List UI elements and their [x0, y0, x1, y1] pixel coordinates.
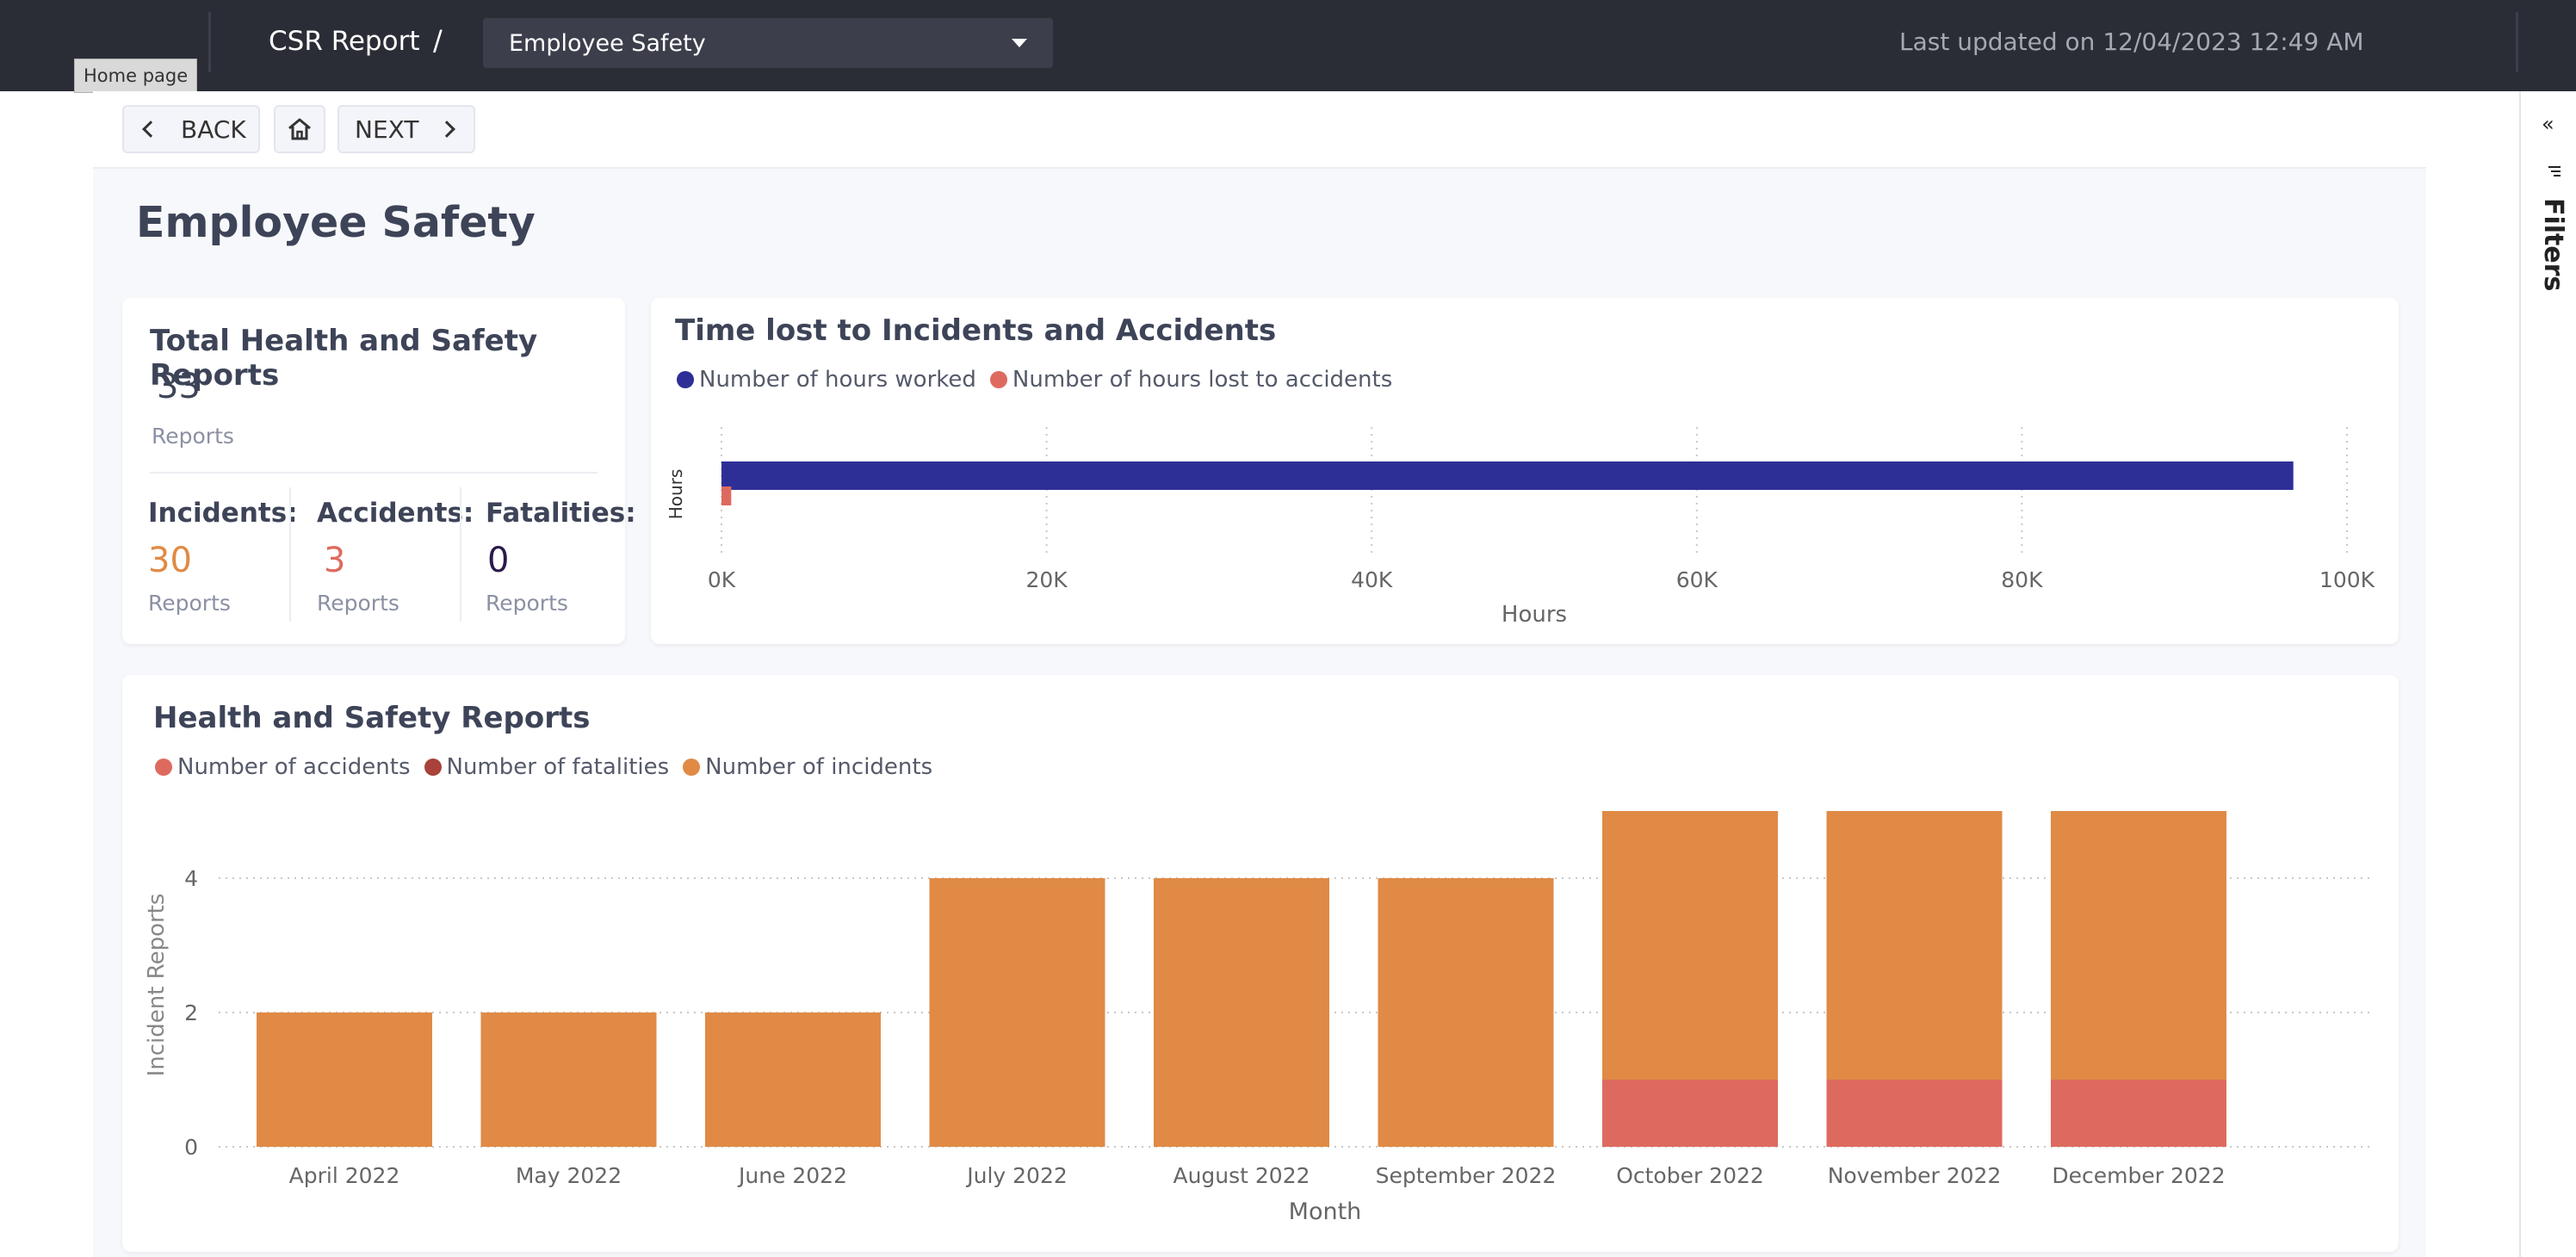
incidents-unit: Reports [148, 591, 231, 616]
y-axis-title: Incident Reports [144, 894, 170, 1077]
back-button[interactable]: BACK [122, 105, 260, 153]
health-safety-stacked-bar-chart: 0 2 4 April 2022 May 2022 June 2022 July 2022 A… [144, 811, 2373, 1225]
total-reports-unit: Reports [152, 424, 234, 449]
report-header-bar: CSR Report / Employee Safety Last update… [0, 0, 2576, 91]
x-tick-label: November 2022 [1828, 1163, 2002, 1188]
kpi-card-title: Total Health and Safety Reports [150, 324, 538, 393]
x-tick-label: 60K [1676, 567, 1718, 592]
y-tick-label: 2 [184, 1000, 198, 1025]
x-tick-label: April 2022 [289, 1163, 400, 1188]
x-tick-label: September 2022 [1376, 1163, 1557, 1188]
kpi-divider [150, 472, 598, 474]
page-selector-dropdown[interactable]: Employee Safety [483, 18, 1053, 68]
x-tick-label: 80K [2001, 567, 2043, 592]
bar-segment [1602, 811, 1778, 1080]
filter-icon [2548, 166, 2561, 176]
x-tick-label: 0K [708, 567, 736, 592]
back-button-label: BACK [181, 115, 246, 144]
bar-segment [929, 878, 1105, 1147]
x-axis-title: Hours [1502, 602, 1567, 628]
report-name[interactable]: CSR Report [269, 26, 419, 57]
total-reports-card: Total Health and Safety Reports 33 Repor… [122, 298, 636, 644]
page-navigation-bar: BACK NEXT [93, 91, 2426, 169]
filters-label: Filters [2538, 198, 2568, 292]
header-divider [2516, 12, 2518, 72]
incidents-value: 30 [148, 541, 192, 580]
health-safety-chart-card: Health and Safety Reports Number of acci… [122, 675, 2399, 1252]
bar-hours-worked [721, 461, 2294, 490]
next-button-label: NEXT [355, 115, 419, 144]
bar-segment [1826, 1080, 2003, 1147]
x-tick-label: July 2022 [965, 1163, 1068, 1188]
report-canvas: BACK NEXT Employee Safety Total Health a… [93, 91, 2426, 1257]
accidents-unit: Reports [317, 591, 399, 616]
accidents-label: Accidents: [317, 498, 474, 529]
y-tick-label: 0 [184, 1135, 198, 1160]
x-tick-label: 20K [1025, 567, 1068, 592]
time-lost-bar-chart: 0K 20K 40K 60K 80K 100K Hours Hours [666, 427, 2375, 628]
x-axis-title: Month [1289, 1198, 1362, 1225]
bar-segment [257, 1012, 432, 1147]
x-tick-label: May 2022 [516, 1163, 622, 1188]
home-page-tooltip: Home page [74, 59, 198, 93]
bar-segment [2051, 811, 2226, 1080]
bar-hours-lost [721, 486, 732, 505]
chevron-left-icon [142, 121, 159, 138]
bar-segment [1602, 1080, 1778, 1147]
kpi-column-divider [460, 487, 461, 622]
incidents-label: Incidents: [148, 498, 298, 529]
x-tick-label: August 2022 [1173, 1163, 1310, 1188]
page-selector-value: Employee Safety [509, 30, 706, 57]
chevron-right-icon [438, 121, 456, 138]
y-tick-label: 4 [184, 866, 198, 891]
fatalities-unit: Reports [486, 591, 568, 616]
x-tick-label: December 2022 [2052, 1163, 2225, 1188]
home-icon [288, 118, 311, 140]
bar-segment [1154, 878, 1329, 1147]
filters-pane[interactable]: « Filters [2519, 91, 2576, 1257]
chevron-down-icon [1012, 39, 1027, 47]
bar-segment [1378, 878, 1554, 1147]
x-tick-label: 40K [1351, 567, 1393, 592]
page-title: Employee Safety [136, 198, 536, 247]
time-lost-chart-card: Time lost to Incidents and Accidents Num… [651, 298, 2399, 644]
bar-segment [705, 1012, 881, 1147]
y-tick-label: Hours [666, 469, 686, 520]
last-updated-text: Last updated on 12/04/2023 12:49 AM [1899, 28, 2364, 56]
breadcrumb-separator: / [433, 24, 443, 57]
fatalities-value: 0 [487, 541, 510, 580]
bar-segment [2051, 1080, 2226, 1147]
kpi-column-divider [289, 487, 291, 622]
total-reports-value: 33 [157, 367, 201, 406]
fatalities-label: Fatalities: [486, 498, 636, 529]
x-tick-label: 100K [2319, 567, 2375, 592]
header-divider [208, 12, 211, 72]
x-tick-label: June 2022 [737, 1163, 847, 1188]
home-button[interactable] [274, 105, 325, 153]
x-tick-label: October 2022 [1616, 1163, 1764, 1188]
collapse-pane-icon[interactable]: « [2542, 112, 2554, 136]
bar-segment [480, 1012, 657, 1147]
accidents-value: 3 [324, 541, 346, 580]
bar-segment [1826, 811, 2003, 1080]
next-button[interactable]: NEXT [337, 105, 475, 153]
